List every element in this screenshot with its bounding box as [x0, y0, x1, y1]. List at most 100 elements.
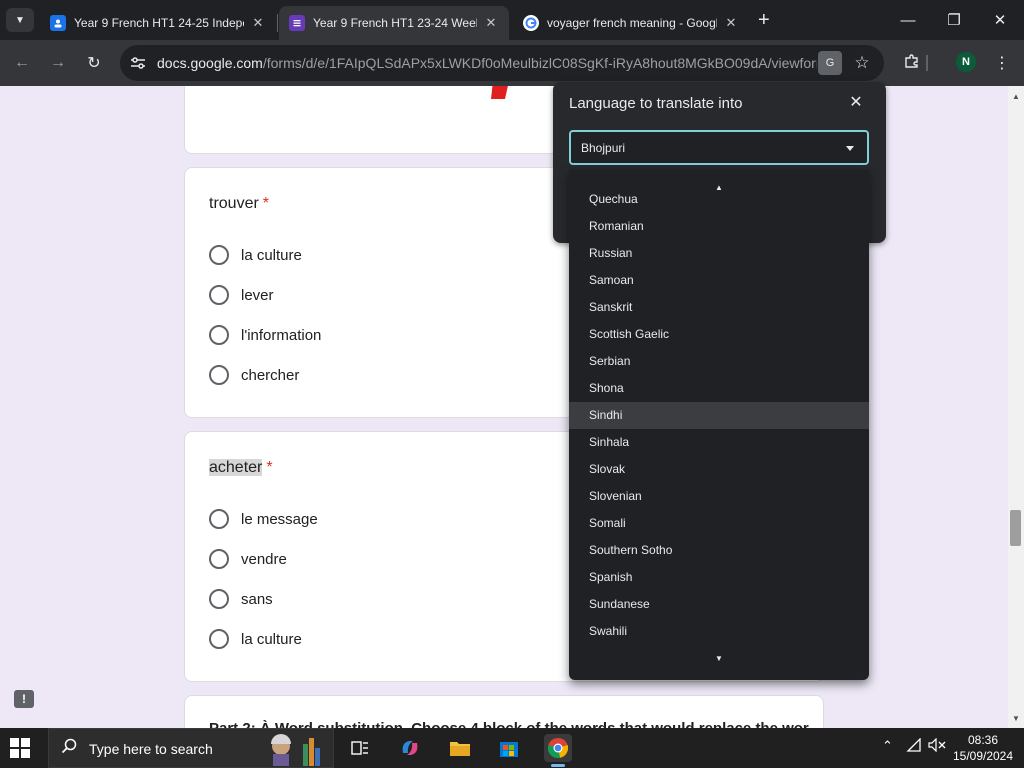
extensions-button[interactable] — [900, 51, 924, 75]
tab-title: voyager french meaning - Google Search — [547, 16, 717, 30]
tab-separator — [277, 14, 278, 32]
language-option[interactable]: Scottish Gaelic — [569, 321, 869, 348]
language-option[interactable]: Somali — [569, 510, 869, 537]
google-forms-icon — [289, 15, 305, 31]
language-option-hovered[interactable]: Sindhi — [569, 402, 869, 429]
scroll-down-arrow[interactable]: ▼ — [1008, 712, 1024, 724]
dropdown-caret-icon — [846, 146, 854, 151]
toolbar-divider — [926, 55, 928, 71]
windows-start-icon[interactable] — [10, 738, 30, 758]
radio-circle[interactable] — [209, 245, 229, 265]
language-options: Quechua Romanian Russian Samoan Sanskrit… — [569, 187, 869, 657]
copilot-icon[interactable] — [396, 734, 424, 762]
tab-title: Year 9 French HT1 23-24 Week 1 — [313, 16, 477, 30]
chrome-taskbar-icon[interactable] — [544, 734, 572, 767]
radio-circle[interactable] — [209, 509, 229, 529]
close-tab-icon[interactable]: ✕ — [483, 15, 499, 31]
radio-option[interactable]: sans — [209, 588, 273, 610]
tab-search-button[interactable]: ▼ — [6, 8, 34, 32]
section-heading: Part 2: À Word substitution. Choose 4 bl… — [209, 720, 809, 728]
address-bar[interactable]: docs.google.com/forms/d/e/1FAIpQLSdAPx5x… — [120, 45, 884, 81]
radio-option[interactable]: chercher — [209, 364, 299, 386]
tab-week-1[interactable]: Year 9 French HT1 23-24 Week 1 ✕ — [279, 6, 509, 40]
volume-muted-icon[interactable] — [928, 737, 946, 755]
contacts-icon — [50, 15, 66, 31]
windows-taskbar: Type here to search ⌃ 08:36 15/09/2024 — [0, 728, 1024, 768]
arrow-left-icon: ← — [14, 54, 30, 71]
radio-circle[interactable] — [209, 325, 229, 345]
language-option[interactable]: Sanskrit — [569, 294, 869, 321]
radio-option[interactable]: lever — [209, 284, 274, 306]
scroll-up-arrow[interactable]: ▲ — [1008, 90, 1024, 102]
language-option[interactable]: Slovak — [569, 456, 869, 483]
close-tab-icon[interactable]: ✕ — [723, 15, 739, 31]
scroll-down-icon[interactable]: ▼ — [569, 651, 869, 665]
language-option[interactable]: Russian — [569, 240, 869, 267]
chevron-down-icon: ▼ — [15, 14, 25, 26]
network-icon[interactable] — [906, 737, 922, 755]
profile-avatar[interactable]: N — [956, 52, 976, 72]
question-title: acheter * — [209, 459, 273, 476]
clock-date: 15/09/2024 — [952, 749, 1014, 763]
page-scrollbar[interactable] — [1008, 86, 1024, 728]
language-option[interactable]: Serbian — [569, 348, 869, 375]
close-window-button[interactable]: ✕ — [980, 8, 1020, 32]
file-explorer-icon[interactable] — [446, 734, 474, 762]
language-select[interactable]: Bhojpuri — [569, 130, 869, 165]
tab-independent[interactable]: Year 9 French HT1 24-25 Independent ✕ — [40, 6, 276, 40]
forward-button[interactable]: → — [46, 51, 70, 75]
language-option[interactable]: Sinhala — [569, 429, 869, 456]
browser-menu-button[interactable]: ⋮ — [990, 51, 1014, 75]
site-info-icon[interactable] — [128, 53, 148, 73]
tab-google-search[interactable]: voyager french meaning - Google Search ✕ — [513, 6, 749, 40]
task-view-icon[interactable] — [346, 734, 374, 762]
language-option[interactable]: Swahili — [569, 618, 869, 645]
radio-circle[interactable] — [209, 365, 229, 385]
language-dropdown-list[interactable]: ▲ Quechua Romanian Russian Samoan Sanskr… — [569, 170, 869, 680]
radio-circle[interactable] — [209, 629, 229, 649]
google-icon — [523, 15, 539, 31]
language-option[interactable]: Spanish — [569, 564, 869, 591]
close-tab-icon[interactable]: ✕ — [250, 15, 266, 31]
search-highlight-illustration — [271, 734, 320, 766]
radio-option[interactable]: le message — [209, 508, 318, 530]
language-option[interactable]: Quechua — [569, 187, 869, 213]
reload-button[interactable]: ↻ — [82, 51, 106, 75]
feedback-icon[interactable]: ! — [14, 690, 34, 708]
language-option[interactable]: Romanian — [569, 213, 869, 240]
back-button[interactable]: ← — [10, 51, 34, 75]
reload-icon: ↻ — [87, 55, 101, 72]
search-placeholder: Type here to search — [89, 741, 213, 757]
microsoft-store-icon[interactable] — [495, 734, 523, 762]
language-option[interactable]: Southern Sotho — [569, 537, 869, 564]
language-option[interactable]: Slovenian — [569, 483, 869, 510]
translate-icon[interactable]: G — [818, 51, 842, 75]
language-option[interactable]: Sundanese — [569, 591, 869, 618]
radio-option[interactable]: vendre — [209, 548, 287, 570]
language-option[interactable]: Samoan — [569, 267, 869, 294]
new-tab-button[interactable]: + — [758, 10, 770, 30]
radio-option[interactable]: la culture — [209, 628, 302, 650]
tab-strip: ▼ Year 9 French HT1 24-25 Independent ✕ … — [0, 0, 1024, 40]
minimize-button[interactable]: — — [888, 8, 928, 32]
language-option[interactable]: Shona — [569, 375, 869, 402]
close-icon[interactable]: ✕ — [846, 92, 866, 112]
url-text: docs.google.com/forms/d/e/1FAIpQLSdAPx5x… — [157, 55, 817, 71]
arrow-right-icon: → — [50, 54, 66, 71]
radio-circle[interactable] — [209, 285, 229, 305]
radio-option[interactable]: la culture — [209, 244, 302, 266]
tab-title: Year 9 French HT1 24-25 Independent — [74, 16, 244, 30]
taskbar-search-box[interactable]: Type here to search — [48, 728, 334, 768]
browser-toolbar: ← → ↻ docs.google.com/forms/d/e/1FAIpQLS… — [0, 40, 1024, 86]
show-hidden-icons-chevron-up-icon[interactable]: ⌃ — [882, 738, 893, 754]
radio-circle[interactable] — [209, 589, 229, 609]
required-asterisk: * — [262, 195, 270, 212]
search-icon — [61, 738, 77, 759]
restore-button[interactable]: ❐ — [934, 8, 974, 32]
system-clock[interactable]: 08:36 15/09/2024 — [948, 732, 1018, 764]
bookmark-star-icon[interactable]: ☆ — [850, 51, 874, 75]
red-cross-image — [491, 86, 508, 99]
radio-option[interactable]: l'information — [209, 324, 321, 346]
scrollbar-thumb[interactable] — [1010, 510, 1021, 546]
radio-circle[interactable] — [209, 549, 229, 569]
